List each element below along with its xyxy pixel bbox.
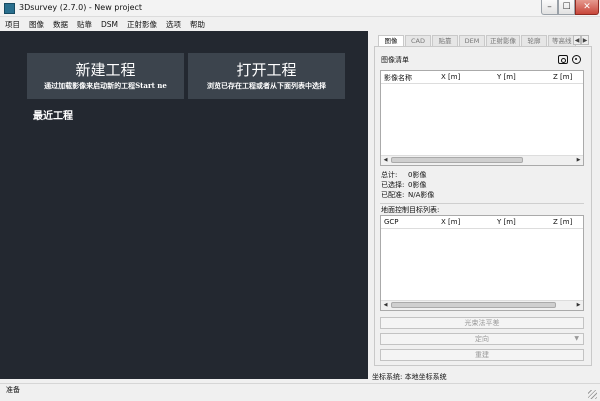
- menu-project[interactable]: 项目: [5, 19, 20, 30]
- menu-dsm[interactable]: DSM: [101, 20, 118, 29]
- menu-orthophoto[interactable]: 正射影像: [127, 19, 157, 30]
- tab-contours[interactable]: 等高线: [548, 35, 576, 46]
- new-project-button[interactable]: 新建工程 通过加载影像来启动新的工程Start ne: [27, 53, 184, 99]
- image-table-header: 影像名称 X [m] Y [m] Z [m]: [381, 71, 583, 84]
- gcp-table-header: GCP X [m] Y [m] Z [m]: [381, 216, 583, 229]
- menu-images[interactable]: 图像: [29, 19, 44, 30]
- tab-orthophoto[interactable]: 正射影像: [486, 35, 520, 46]
- tab-scroll-left-button[interactable]: ◀: [573, 35, 581, 45]
- minimize-button[interactable]: –: [541, 0, 558, 15]
- gcp-list-title: 地面控制目标列表:: [381, 206, 440, 214]
- tab-outline[interactable]: 轮廓: [521, 35, 547, 46]
- menu-help[interactable]: 帮助: [190, 19, 205, 30]
- new-project-subtitle: 通过加载影像来启动新的工程Start ne: [44, 81, 167, 90]
- gcp-table-scrollbar[interactable]: ◀ ▶: [381, 300, 583, 310]
- image-list-title: 图像清单: [381, 56, 409, 64]
- orientation-dropdown[interactable]: 定向 ▼: [380, 333, 584, 345]
- bundle-adjustment-button[interactable]: 光束法平差: [380, 317, 584, 329]
- status-bar: [0, 383, 600, 401]
- column-y[interactable]: Y [m]: [497, 73, 516, 81]
- column-x[interactable]: X [m]: [441, 218, 460, 226]
- scroll-right-icon[interactable]: ▶: [574, 156, 583, 164]
- column-z[interactable]: Z [m]: [553, 218, 572, 226]
- tab-cad[interactable]: CAD: [405, 35, 431, 46]
- image-table[interactable]: 影像名称 X [m] Y [m] Z [m] ◀ ▶: [380, 70, 584, 166]
- column-image-name[interactable]: 影像名称: [384, 73, 412, 83]
- panel-tabs: 图像 CAD 贴靠 DEM 正射影像 轮廓 等高线: [378, 35, 587, 46]
- column-x[interactable]: X [m]: [441, 73, 460, 81]
- target-icon[interactable]: [572, 55, 581, 64]
- tab-scroll-right-button[interactable]: ▶: [581, 35, 589, 45]
- open-project-subtitle: 浏览已存在工程或者从下面列表中选择: [207, 81, 326, 90]
- column-y[interactable]: Y [m]: [497, 218, 516, 226]
- status-text: 准备: [6, 386, 20, 394]
- scroll-left-icon[interactable]: ◀: [381, 301, 390, 309]
- stat-total-label: 总计:: [381, 171, 398, 179]
- orientation-label: 定向: [475, 335, 489, 343]
- stat-selected-value: 0影像: [408, 181, 427, 189]
- menu-snap[interactable]: 贴靠: [77, 19, 92, 30]
- rebuild-button[interactable]: 重建: [380, 349, 584, 361]
- divider: [380, 203, 584, 204]
- stat-total-value: 0影像: [408, 171, 427, 179]
- coordinate-system-value: 本地坐标系统: [404, 373, 447, 381]
- window-title: 3Dsurvey (2.7.0) - New project: [19, 3, 143, 12]
- chevron-down-icon: ▼: [574, 335, 579, 342]
- scroll-thumb[interactable]: [391, 302, 556, 308]
- maximize-button[interactable]: ☐: [558, 0, 575, 15]
- column-gcp[interactable]: GCP: [384, 218, 399, 226]
- gcp-table[interactable]: GCP X [m] Y [m] Z [m] ◀ ▶: [380, 215, 584, 311]
- image-table-scrollbar[interactable]: ◀ ▶: [381, 155, 583, 165]
- menu-bar: 项目 图像 数据 贴靠 DSM 正射影像 选项 帮助: [0, 17, 600, 31]
- column-z[interactable]: Z [m]: [553, 73, 572, 81]
- menu-data[interactable]: 数据: [53, 19, 68, 30]
- camera-icon[interactable]: [558, 55, 568, 64]
- coordinate-system-label: 坐标系统: 本地坐标系统: [372, 372, 447, 382]
- scroll-thumb[interactable]: [391, 157, 523, 163]
- resize-grip-icon[interactable]: [588, 390, 597, 399]
- stat-selected-label: 已选择:: [381, 181, 405, 189]
- menu-options[interactable]: 选项: [166, 19, 181, 30]
- open-project-title: 打开工程: [236, 61, 297, 79]
- tab-dem[interactable]: DEM: [459, 35, 485, 46]
- open-project-button[interactable]: 打开工程 浏览已存在工程或者从下面列表中选择: [188, 53, 345, 99]
- stat-registered-label: 已配准:: [381, 191, 405, 199]
- tab-snap[interactable]: 贴靠: [432, 35, 458, 46]
- tab-images[interactable]: 图像: [378, 35, 404, 46]
- new-project-title: 新建工程: [75, 61, 136, 79]
- scroll-left-icon[interactable]: ◀: [381, 156, 390, 164]
- scroll-right-icon[interactable]: ▶: [574, 301, 583, 309]
- stat-registered-value: N/A影像: [408, 191, 435, 199]
- app-icon: [4, 3, 15, 14]
- coordinate-system-key: 坐标系统:: [372, 373, 403, 381]
- close-button[interactable]: ✕: [575, 0, 599, 15]
- recent-projects-label: 最近工程: [33, 111, 73, 122]
